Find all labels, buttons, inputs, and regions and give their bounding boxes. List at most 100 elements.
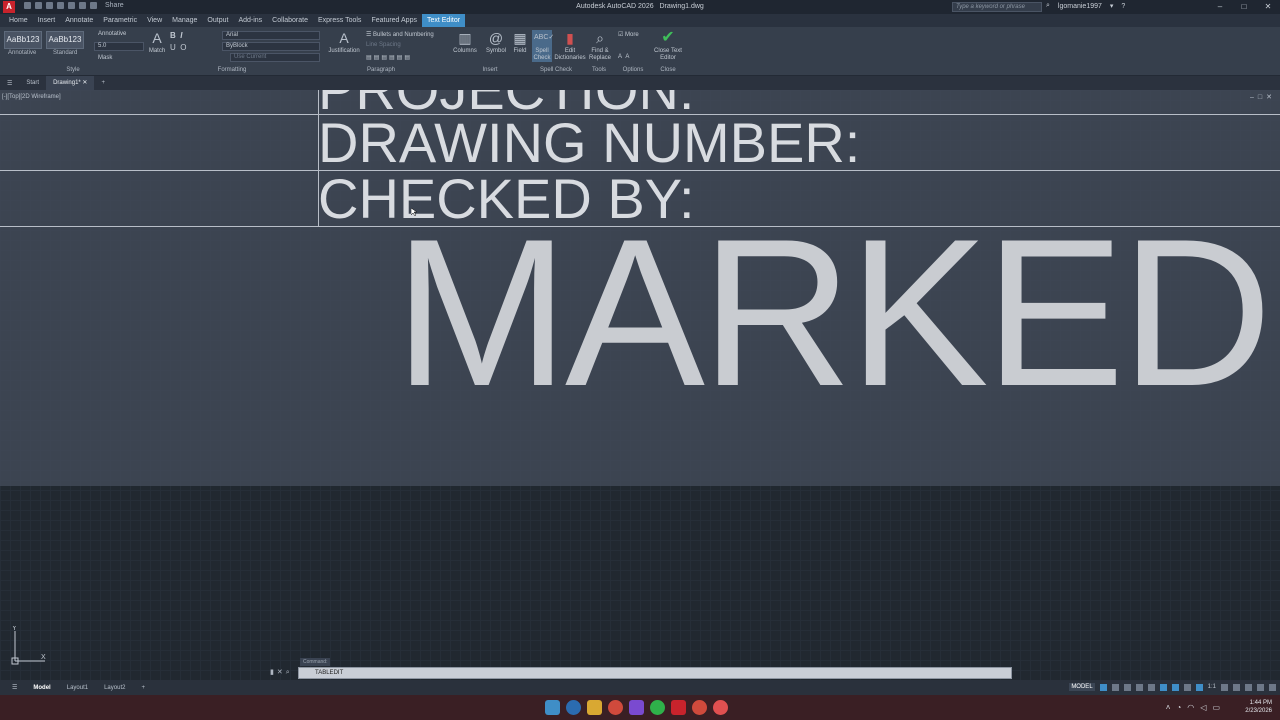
layout-menu-icon[interactable]: ☰	[4, 684, 25, 691]
settings-gear-icon[interactable]	[1221, 683, 1228, 691]
network-icon[interactable]: ◔	[1176, 703, 1181, 712]
volume-icon[interactable]: ◁	[1200, 703, 1206, 712]
user-account[interactable]: lgomanie1997	[1058, 3, 1102, 10]
workspace-icon[interactable]	[1183, 683, 1191, 691]
polar-icon[interactable]	[1135, 683, 1143, 691]
columns-button[interactable]: ▥ Columns	[452, 30, 478, 55]
table-cell-drawing-number[interactable]: DRAWING NUMBER:	[318, 115, 860, 171]
font-select[interactable]: Arial	[222, 31, 320, 40]
chrome-icon[interactable]	[608, 700, 623, 715]
battery-icon[interactable]: ▭	[1212, 703, 1220, 712]
edit-dictionaries-button[interactable]: ▮ Edit Dictionaries	[554, 30, 586, 62]
tab-parametric[interactable]: Parametric	[98, 14, 142, 27]
tab-drawing1[interactable]: Drawing1* ✕	[46, 76, 95, 90]
annotative-toggle[interactable]: Annotative	[98, 31, 126, 37]
tab-insert[interactable]: Insert	[33, 14, 61, 27]
tab-collaborate[interactable]: Collaborate	[267, 14, 313, 27]
customize-icon[interactable]	[1269, 683, 1276, 691]
file-explorer-icon[interactable]	[587, 700, 602, 715]
tray-chevron-icon[interactable]: ˄	[1166, 703, 1171, 712]
isolate-icon[interactable]	[1245, 683, 1252, 691]
title-right-group: ⌕ lgomanie1997 ▾ ?	[1046, 2, 1125, 10]
chrome-alt-icon[interactable]	[692, 700, 707, 715]
tab-add-ins[interactable]: Add-ins	[233, 14, 267, 27]
bold-button[interactable]: B I	[170, 31, 182, 40]
windows-start-icon[interactable]	[545, 700, 560, 715]
more-button[interactable]: ☑ More	[618, 31, 639, 38]
tab-view[interactable]: View	[142, 14, 167, 27]
tab-home[interactable]: Home	[4, 14, 33, 27]
background-mask-select[interactable]: Use Current	[230, 53, 320, 62]
command-input[interactable]: TABLEDIT	[298, 667, 1012, 679]
tab-start[interactable]: Start	[19, 80, 46, 86]
close-tab-icon[interactable]: ✕	[82, 80, 87, 86]
paragraph-panel-label[interactable]: Paragraph	[364, 67, 398, 73]
formatting-panel-label[interactable]: Formatting	[214, 67, 250, 73]
teams-icon[interactable]	[629, 700, 644, 715]
spell-check-button[interactable]: ABC✓ Spell Check	[532, 30, 554, 62]
text-style-annotative[interactable]: AaBb123	[4, 31, 42, 49]
lineweight-icon[interactable]	[1159, 683, 1167, 691]
fullscreen-icon[interactable]	[1257, 683, 1264, 691]
justification-icon: A	[339, 30, 349, 46]
tab-express-tools[interactable]: Express Tools	[313, 14, 366, 27]
model-space-toggle[interactable]: MODEL	[1069, 683, 1095, 691]
taskbar-apps	[545, 700, 728, 715]
plus-icon[interactable]	[1233, 683, 1240, 691]
taskbar-clock[interactable]: 1:44 PM 2/23/2026	[1245, 699, 1272, 715]
tab-annotate[interactable]: Annotate	[60, 14, 98, 27]
tab-layout2[interactable]: Layout2	[96, 685, 133, 691]
viewport-controls-label[interactable]: [-][Top][2D Wireframe]	[2, 94, 61, 100]
menu-icon[interactable]: ☰	[0, 80, 19, 87]
command-line: ▮✕⌕ TABLEDIT	[270, 667, 1012, 679]
annotation-visibility-icon[interactable]	[1171, 683, 1179, 691]
bullets-numbering-button[interactable]: ☰ Bullets and Numbering	[366, 31, 434, 38]
viewport-window-controls[interactable]: –□✕	[1250, 93, 1276, 101]
tab-featured-apps[interactable]: Featured Apps	[366, 14, 422, 27]
text-height-field[interactable]: 5.0	[94, 42, 144, 51]
line-spacing-button[interactable]: Line Spacing	[366, 42, 401, 48]
tab-layout1[interactable]: Layout1	[59, 685, 96, 691]
edge-icon[interactable]	[566, 700, 581, 715]
annotation-scale-icon[interactable]	[1195, 683, 1203, 691]
tools-panel-label[interactable]: Tools	[588, 67, 610, 73]
field-button[interactable]: ▦ Field	[510, 30, 530, 55]
table-cell-marked[interactable]: MARKED	[394, 208, 1272, 418]
close-text-editor-button[interactable]: ✔ Close Text Editor	[652, 30, 684, 62]
help-icon[interactable]: ?	[1121, 3, 1125, 10]
find-replace-button[interactable]: ⌕ Find & Replace	[588, 30, 612, 62]
symbol-button[interactable]: @ Symbol	[484, 30, 508, 55]
snap-icon[interactable]	[1111, 683, 1119, 691]
new-tab-icon[interactable]: +	[94, 80, 112, 86]
tab-text-editor[interactable]: Text Editor	[421, 14, 466, 27]
spotify-icon[interactable]	[650, 700, 665, 715]
minimize-button[interactable]: –	[1208, 0, 1232, 14]
color-select[interactable]: ByBlock	[222, 42, 320, 51]
drawing-viewport[interactable]: PROJECTION: DRAWING NUMBER: CHECKED BY: …	[0, 90, 1280, 680]
search-icon[interactable]: ⌕	[1046, 2, 1050, 10]
command-line-buttons[interactable]: ▮✕⌕	[270, 668, 293, 677]
tab-output[interactable]: Output	[202, 14, 233, 27]
uppercase-button[interactable]: A A	[618, 54, 629, 60]
close-window-button[interactable]: ✕	[1256, 0, 1280, 14]
cart-icon[interactable]: ▾	[1110, 2, 1114, 10]
paragraph-align-buttons[interactable]: ▤▤▤▤▤▤	[366, 54, 412, 61]
osnap-icon[interactable]	[1147, 683, 1155, 691]
add-layout-icon[interactable]: +	[133, 685, 153, 691]
ortho-icon[interactable]	[1123, 683, 1131, 691]
screen-recorder-icon[interactable]	[713, 700, 728, 715]
ucs-icon: Y X	[11, 626, 46, 665]
wifi-icon[interactable]: ◠	[1187, 703, 1194, 712]
mask-button[interactable]: Mask	[98, 55, 112, 61]
search-input[interactable]: Type a keyword or phrase	[952, 2, 1042, 12]
maximize-button[interactable]: □	[1232, 0, 1256, 14]
grid-icon[interactable]	[1099, 683, 1107, 691]
match-button[interactable]: A Match	[148, 30, 166, 55]
tab-manage[interactable]: Manage	[167, 14, 202, 27]
annotation-scale-value[interactable]: 1:1	[1208, 684, 1216, 690]
autocad-taskbar-icon[interactable]	[671, 700, 686, 715]
justification-button[interactable]: A Justification	[328, 30, 360, 55]
tab-model[interactable]: Model	[25, 685, 58, 691]
text-style-standard[interactable]: AaBb123	[46, 31, 84, 49]
underline-button[interactable]: U O	[170, 43, 186, 52]
